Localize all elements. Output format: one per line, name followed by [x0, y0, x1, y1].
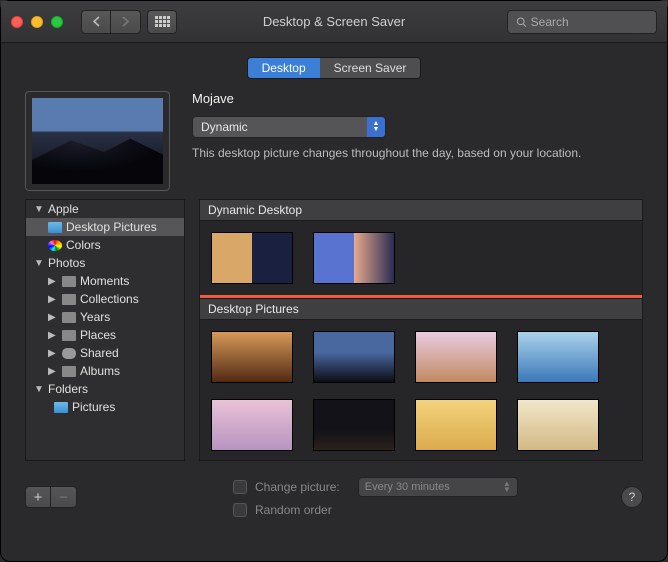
group-header-dynamic: Dynamic Desktop [200, 200, 642, 221]
search-field[interactable] [507, 10, 657, 34]
photos-icon [62, 294, 76, 305]
wallpaper-thumb[interactable] [314, 332, 394, 382]
photos-icon [62, 330, 76, 341]
sidebar-item-colors[interactable]: Colors [26, 236, 184, 254]
chevron-right-icon: ▶ [48, 366, 58, 377]
add-source-button[interactable]: + [25, 486, 51, 508]
sidebar-item-years[interactable]: ▶Years [26, 308, 184, 326]
minimize-window-button[interactable] [31, 16, 43, 28]
search-input[interactable] [531, 15, 648, 29]
sidebar-item-albums[interactable]: ▶Albums [26, 362, 184, 380]
dynamic-desktop-section-highlight: Dynamic Desktop [199, 199, 643, 298]
photos-icon [62, 312, 76, 323]
random-order-checkbox[interactable] [233, 503, 247, 517]
photos-icon [62, 366, 76, 377]
updown-icon: ▲▼ [367, 117, 385, 137]
tab-desktop[interactable]: Desktop [248, 58, 320, 78]
colors-icon [48, 240, 62, 251]
random-order-label: Random order [255, 503, 332, 517]
group-header-pictures: Desktop Pictures [200, 298, 642, 320]
change-interval-dropdown[interactable]: Every 30 minutes ▲▼ [358, 477, 518, 497]
tab-bar: Desktop Screen Saver [1, 43, 667, 91]
sidebar-item-photos[interactable]: ▼Photos [26, 254, 184, 272]
sidebar-item-collections[interactable]: ▶Collections [26, 290, 184, 308]
zoom-window-button[interactable] [51, 16, 63, 28]
grid-icon [155, 16, 170, 27]
dynamic-mode-dropdown[interactable]: Dynamic ▲▼ [192, 116, 386, 138]
wallpaper-thumb[interactable] [416, 332, 496, 382]
folder-icon [48, 222, 62, 233]
wallpaper-thumb[interactable] [518, 400, 598, 450]
photos-icon [62, 276, 76, 287]
titlebar: Desktop & Screen Saver [1, 1, 667, 43]
dynamic-wallpaper-thumb[interactable] [212, 233, 292, 283]
remove-source-button[interactable]: − [51, 486, 77, 508]
wallpaper-thumb[interactable] [212, 400, 292, 450]
chevron-right-icon: ▶ [48, 348, 58, 359]
tab-screensaver[interactable]: Screen Saver [320, 58, 421, 78]
chevron-right-icon: ▶ [48, 294, 58, 305]
traffic-lights [11, 16, 63, 28]
chevron-right-icon: ▶ [48, 312, 58, 323]
wallpaper-description: This desktop picture changes throughout … [192, 146, 643, 160]
disclosure-triangle-icon: ▼ [34, 258, 44, 269]
change-picture-checkbox[interactable] [233, 480, 247, 494]
sidebar-item-places[interactable]: ▶Places [26, 326, 184, 344]
cloud-icon [62, 348, 76, 359]
folder-icon [54, 402, 68, 413]
disclosure-triangle-icon: ▼ [34, 204, 44, 215]
chevron-right-icon: ▶ [48, 330, 58, 341]
disclosure-triangle-icon: ▼ [34, 384, 44, 395]
wallpaper-thumb[interactable] [416, 400, 496, 450]
search-icon [516, 16, 527, 28]
sidebar-item-desktop-pictures[interactable]: Desktop Pictures [26, 218, 184, 236]
sidebar-item-folders[interactable]: ▼Folders [26, 380, 184, 398]
wallpaper-name: Mojave [192, 91, 643, 106]
sidebar-item-apple[interactable]: ▼Apple [26, 200, 184, 218]
help-button[interactable]: ? [621, 486, 643, 508]
updown-icon: ▲▼ [503, 481, 511, 493]
wallpaper-thumb[interactable] [314, 400, 394, 450]
wallpaper-thumb[interactable] [518, 332, 598, 382]
dynamic-wallpaper-thumb[interactable] [314, 233, 394, 283]
chevron-right-icon: ▶ [48, 276, 58, 287]
forward-button[interactable] [111, 10, 141, 34]
back-button[interactable] [81, 10, 111, 34]
change-picture-label: Change picture: [255, 480, 340, 494]
source-sidebar[interactable]: ▼Apple Desktop Pictures Colors ▼Photos ▶… [25, 199, 185, 461]
close-window-button[interactable] [11, 16, 23, 28]
interval-value: Every 30 minutes [365, 481, 450, 493]
wallpaper-thumb[interactable] [212, 332, 292, 382]
pictures-scroll[interactable] [200, 320, 642, 460]
sidebar-item-shared[interactable]: ▶Shared [26, 344, 184, 362]
current-wallpaper-preview [25, 91, 170, 191]
dropdown-value: Dynamic [193, 120, 256, 134]
sidebar-item-pictures[interactable]: Pictures [26, 398, 184, 416]
wallpaper-grid: Dynamic Desktop Desktop Pictures [199, 199, 643, 461]
show-all-button[interactable] [147, 10, 177, 34]
sidebar-item-moments[interactable]: ▶Moments [26, 272, 184, 290]
